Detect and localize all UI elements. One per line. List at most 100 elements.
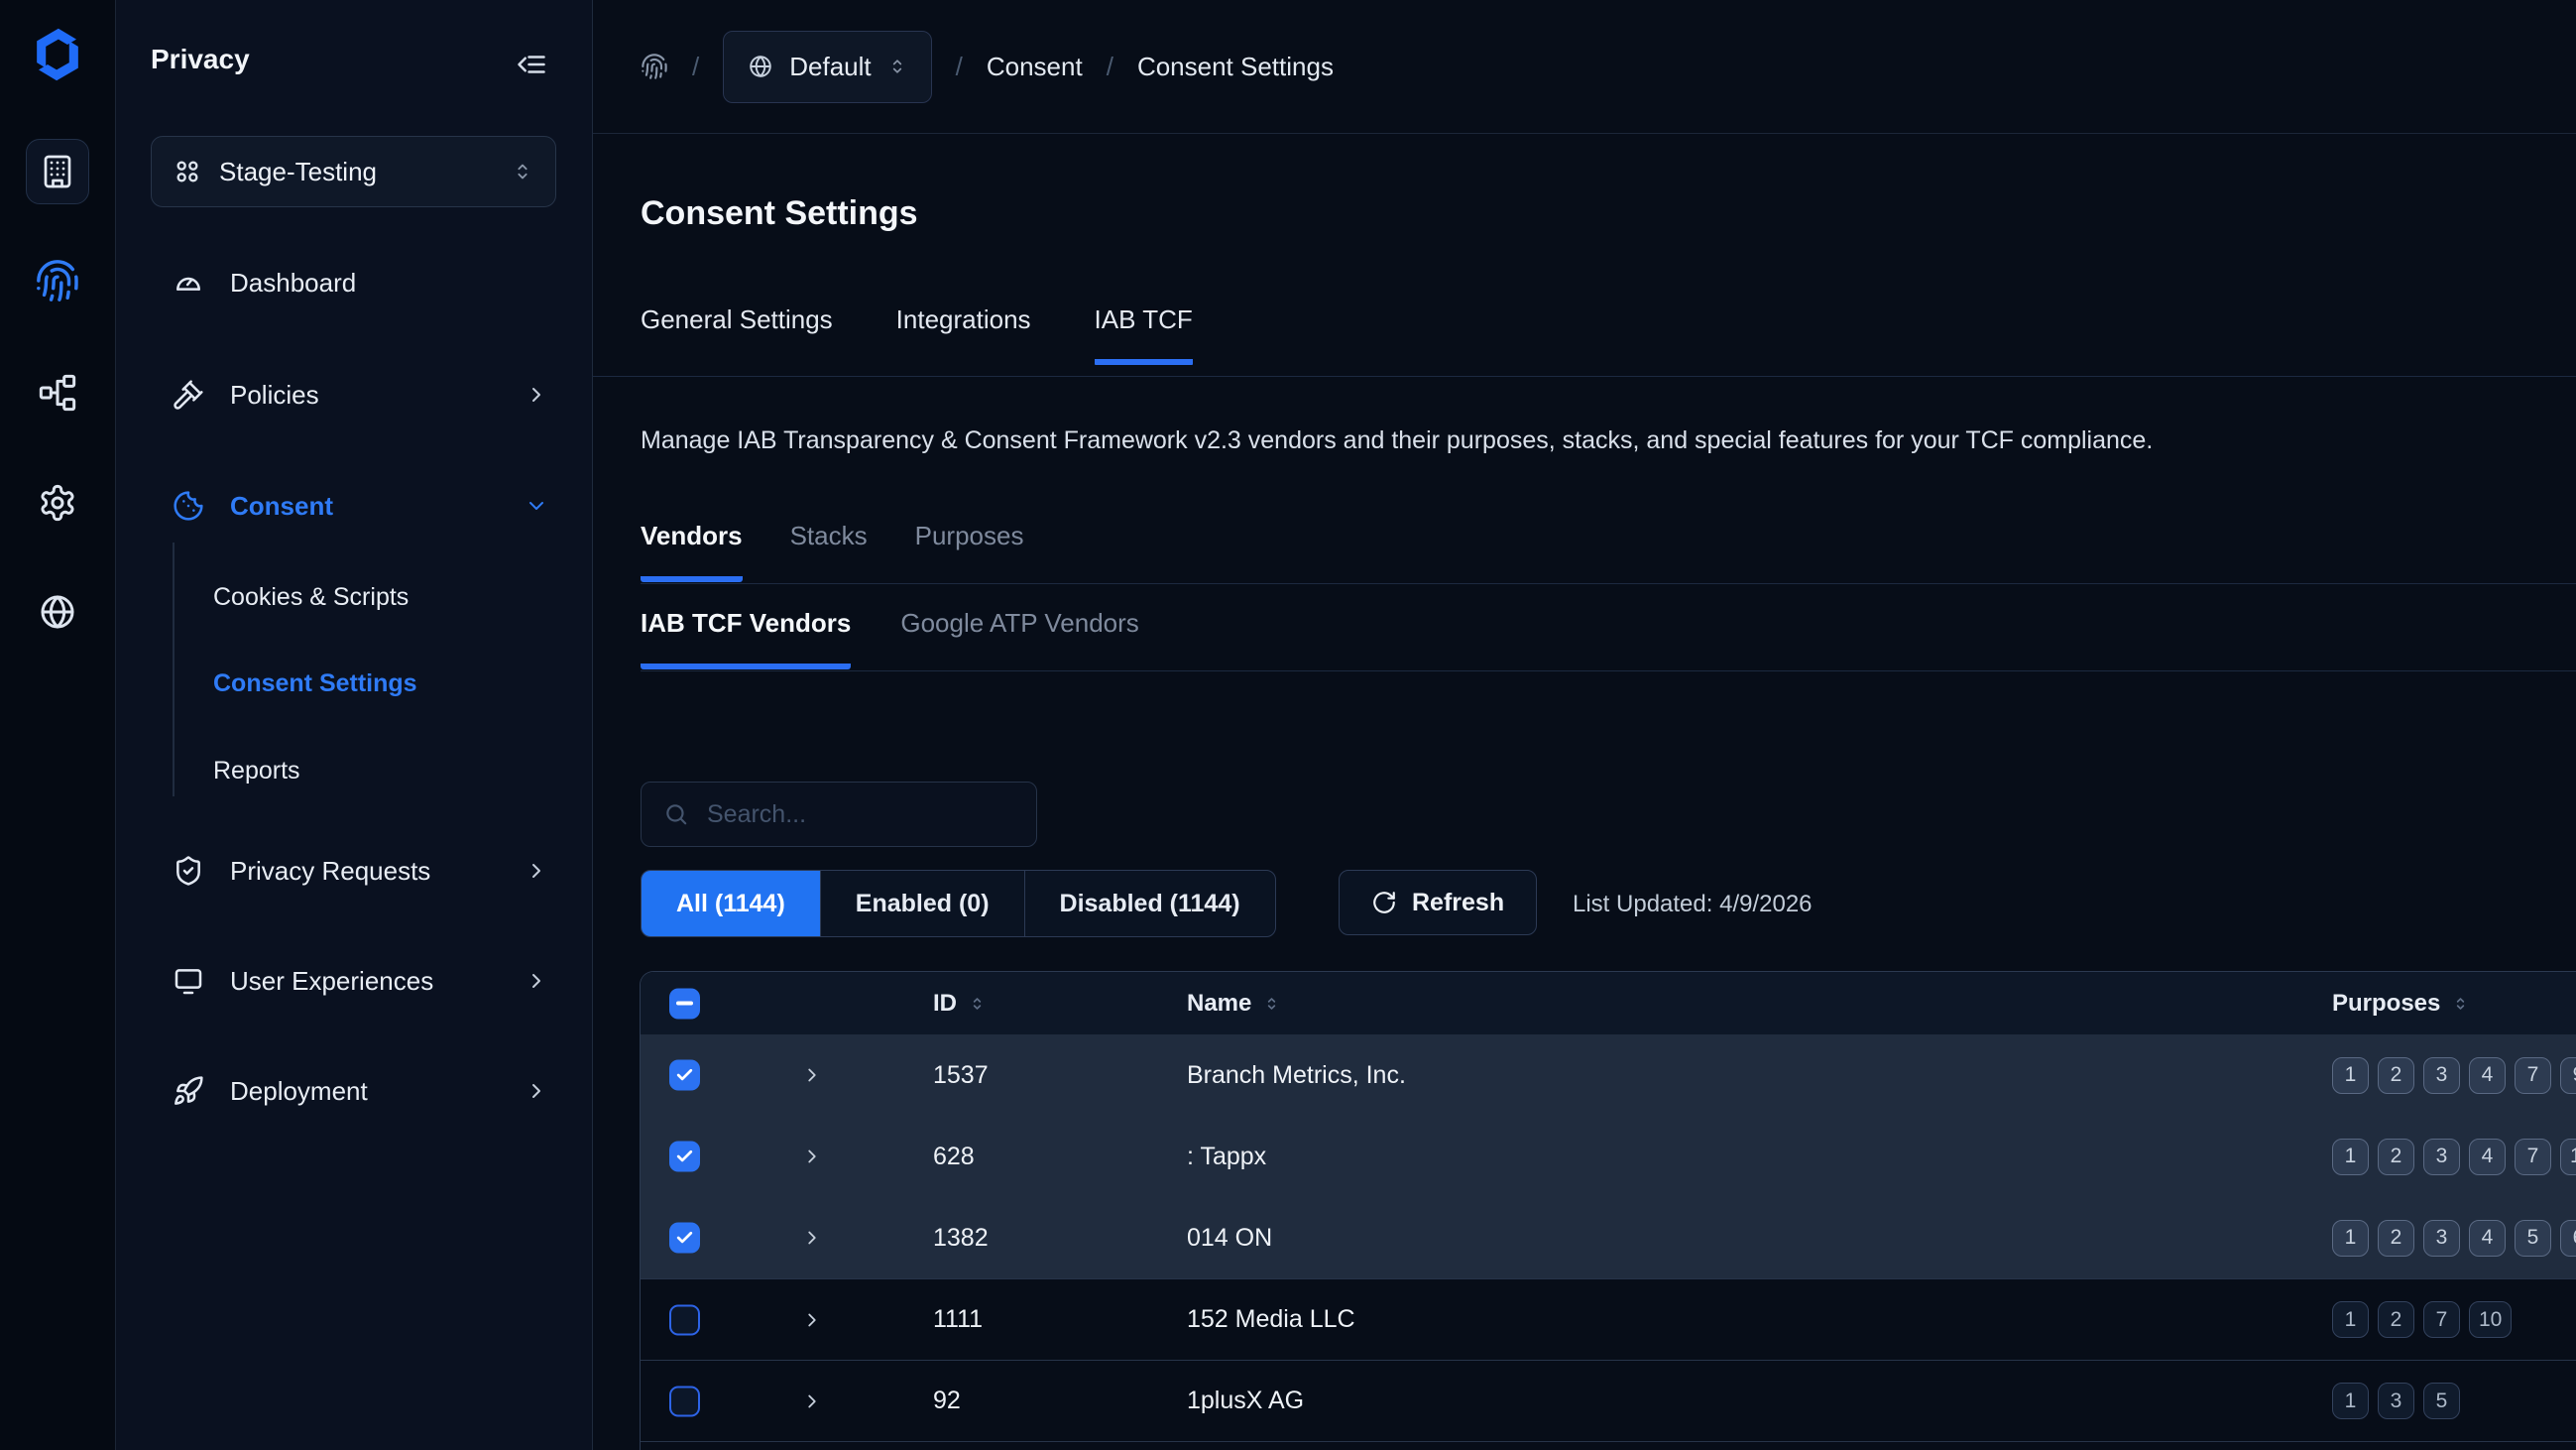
tab-iab-tcf-vendors[interactable]: IAB TCF Vendors [641, 608, 851, 669]
purpose-badge: 5 [2515, 1220, 2551, 1257]
purpose-badge: 10 [2469, 1301, 2512, 1338]
globe-icon[interactable] [38, 592, 77, 632]
column-header-id[interactable]: ID [933, 990, 986, 1018]
sidebar-item-dashboard[interactable]: Dashboard [116, 249, 592, 316]
select-all-checkbox[interactable] [669, 988, 700, 1019]
tcf-subtabs: Vendors Stacks Purposes [641, 521, 1023, 582]
tab-iab-tcf[interactable]: IAB TCF [1095, 304, 1193, 365]
refresh-label: Refresh [1412, 889, 1504, 917]
page-title: Consent Settings [641, 194, 918, 233]
search-input[interactable] [705, 799, 1028, 830]
expand-row-icon[interactable] [801, 1227, 823, 1249]
breadcrumb-consent[interactable]: Consent [987, 52, 1083, 82]
app-window: Privacy Stage-Testing Dashboard [0, 0, 2576, 1450]
sidebar-item-label: Consent [230, 491, 499, 522]
purpose-badge: 10 [2560, 1139, 2576, 1175]
chevron-right-icon [525, 383, 548, 407]
submenu-indent-line [173, 543, 175, 796]
breadcrumb-separator: / [956, 52, 963, 82]
chevron-right-icon [525, 969, 548, 993]
subtab-stacks[interactable]: Stacks [790, 521, 868, 582]
sidebar-item-consent[interactable]: Consent [116, 472, 592, 540]
workspace-breadcrumb-dropdown[interactable]: Default [723, 31, 931, 103]
search-icon [663, 801, 689, 827]
filter-disabled[interactable]: Disabled (1144) [1024, 871, 1275, 936]
vendor-table-body: 1537 Branch Metrics, Inc. 123479 628 : T… [641, 1034, 2576, 1441]
sidebar-item-consent-settings[interactable]: Consent Settings [213, 651, 417, 716]
table-row[interactable]: 1382 014 ON 123456 [641, 1197, 2576, 1278]
purpose-badge: 2 [2378, 1139, 2414, 1175]
purposes-badges: 135 [2332, 1361, 2460, 1441]
row-checkbox[interactable] [669, 1142, 700, 1172]
sidebar-item-label: Privacy Requests [230, 856, 499, 887]
breadcrumb-separator: / [692, 52, 699, 82]
tab-integrations[interactable]: Integrations [896, 304, 1031, 365]
sidebar-item-privacy-requests[interactable]: Privacy Requests [116, 837, 592, 905]
sidebar-item-cookies-scripts[interactable]: Cookies & Scripts [213, 564, 409, 630]
expand-row-icon[interactable] [801, 1064, 823, 1086]
filter-all[interactable]: All (1144) [642, 871, 820, 936]
sidebar-item-reports[interactable]: Reports [213, 738, 300, 803]
table-row[interactable]: 92 1plusX AG 135 [641, 1360, 2576, 1441]
settings-gear-icon[interactable] [38, 483, 77, 523]
sort-icon [969, 992, 986, 1016]
brand-logo-icon[interactable] [27, 26, 88, 83]
row-checkbox[interactable] [669, 1060, 700, 1091]
checkbox-check-icon [675, 1148, 694, 1166]
workspace-breadcrumb-label: Default [789, 52, 871, 82]
workspace-selector[interactable]: Stage-Testing [151, 136, 556, 207]
purpose-badge: 3 [2423, 1220, 2460, 1257]
status-filter-group: All (1144) Enabled (0) Disabled (1144) [641, 870, 1276, 937]
sidebar-item-user-experiences[interactable]: User Experiences [116, 947, 592, 1015]
purpose-badge: 2 [2378, 1057, 2414, 1094]
collapse-sidebar-icon[interactable] [517, 50, 546, 79]
row-checkbox[interactable] [669, 1223, 700, 1254]
hierarchy-icon[interactable] [38, 373, 77, 413]
purpose-badge: 2 [2378, 1301, 2414, 1338]
refresh-button[interactable]: Refresh [1339, 870, 1537, 935]
row-checkbox[interactable] [669, 1304, 700, 1335]
sidebar-subitem-label: Cookies & Scripts [213, 583, 409, 612]
row-checkbox[interactable] [669, 1386, 700, 1416]
breadcrumb-separator: / [1107, 52, 1113, 82]
table-row[interactable]: 1537 Branch Metrics, Inc. 123479 [641, 1034, 2576, 1116]
chevron-down-icon [525, 494, 548, 518]
vendor-source-tabs: IAB TCF Vendors Google ATP Vendors [641, 608, 1139, 669]
tab-general-settings[interactable]: General Settings [641, 304, 833, 365]
column-header-purposes[interactable]: Purposes [2332, 990, 2469, 1018]
monitor-icon [173, 965, 204, 997]
checkbox-minus-icon [676, 1002, 693, 1006]
privacy-fingerprint-icon[interactable] [35, 258, 80, 303]
cookie-icon [173, 490, 204, 522]
organization-button[interactable] [26, 139, 89, 204]
sidebar-item-deployment[interactable]: Deployment [116, 1057, 592, 1125]
expand-row-icon[interactable] [801, 1309, 823, 1331]
sidebar-item-label: Policies [230, 380, 499, 411]
rocket-icon [173, 1075, 204, 1107]
sidebar-subitem-label: Reports [213, 757, 300, 785]
purpose-badge: 1 [2332, 1301, 2369, 1338]
chevron-right-icon [525, 1079, 548, 1103]
vendor-search [641, 782, 1037, 847]
expand-row-icon[interactable] [801, 1146, 823, 1167]
tab-google-atp-vendors[interactable]: Google ATP Vendors [900, 608, 1138, 669]
chevrons-up-down-icon [512, 159, 533, 184]
column-header-name[interactable]: Name [1187, 990, 1280, 1018]
expand-row-icon[interactable] [801, 1390, 823, 1412]
sort-icon [1263, 992, 1280, 1016]
sidebar-title: Privacy [151, 44, 250, 75]
breadcrumb-bar: / Default / Consent / Consent Settings [593, 0, 2576, 134]
table-row[interactable]: 628 : Tappx 1234710 [641, 1116, 2576, 1197]
purpose-badge: 4 [2469, 1139, 2506, 1175]
subtab-purposes[interactable]: Purposes [915, 521, 1024, 582]
fingerprint-icon [641, 53, 668, 80]
table-row[interactable]: 1111 152 Media LLC 12710 [641, 1278, 2576, 1360]
subtab-vendors[interactable]: Vendors [641, 521, 743, 582]
purpose-badge: 3 [2378, 1383, 2414, 1419]
gauge-icon [173, 267, 204, 299]
workspace-label: Stage-Testing [219, 157, 494, 187]
filter-enabled[interactable]: Enabled (0) [820, 871, 1024, 936]
sidebar-item-policies[interactable]: Policies [116, 361, 592, 428]
purpose-badge: 4 [2469, 1220, 2506, 1257]
table-row-partial [641, 1441, 2576, 1450]
